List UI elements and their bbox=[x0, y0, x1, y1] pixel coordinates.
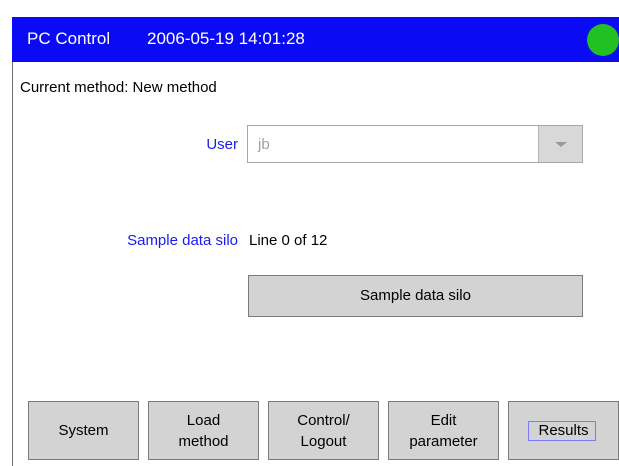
user-select-dropdown-button[interactable] bbox=[538, 126, 582, 162]
results-button[interactable]: Results bbox=[508, 401, 619, 460]
sample-data-silo-button[interactable]: Sample data silo bbox=[248, 275, 583, 317]
user-select-value: jb bbox=[258, 136, 270, 153]
load-method-button[interactable]: Load method bbox=[148, 401, 259, 460]
datetime-display: 2006-05-19 14:01:28 bbox=[147, 29, 305, 48]
system-button[interactable]: System bbox=[28, 401, 139, 460]
edit-parameter-button[interactable]: Edit parameter bbox=[388, 401, 499, 460]
status-indicator-icon bbox=[587, 24, 619, 56]
sample-data-silo-label: Sample data silo bbox=[127, 232, 238, 249]
sample-data-silo-value: Line 0 of 12 bbox=[249, 232, 328, 249]
control-logout-button[interactable]: Control/ Logout bbox=[268, 401, 379, 460]
app-title: PC Control bbox=[27, 29, 111, 48]
user-label: User bbox=[206, 136, 238, 153]
current-method-text: Current method: New method bbox=[20, 79, 217, 96]
title-bar: PC Control 2006-05-19 14:01:28 bbox=[12, 17, 619, 62]
left-border bbox=[12, 62, 13, 466]
chevron-down-icon bbox=[555, 142, 567, 147]
user-select[interactable]: jb bbox=[247, 125, 583, 163]
